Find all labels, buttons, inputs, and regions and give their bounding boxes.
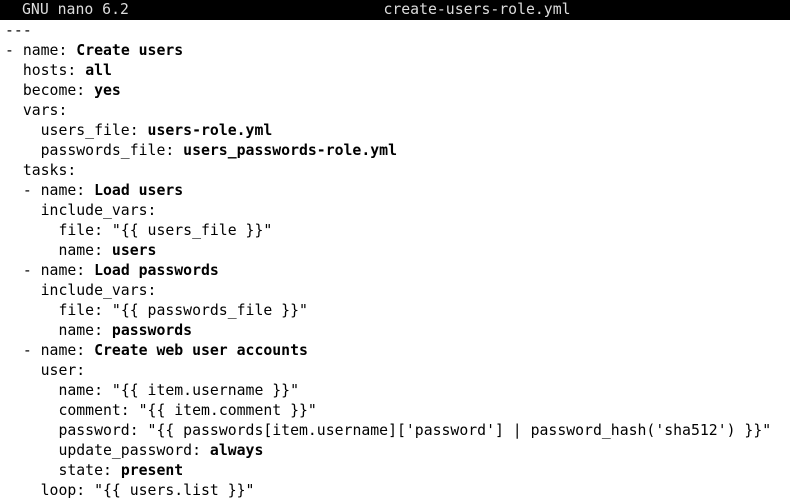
yaml-value-text: all	[85, 62, 112, 79]
yaml-key-text: tasks:	[5, 162, 77, 179]
yaml-value-text: "{{ passwords_file }}"	[111, 302, 308, 319]
nano-title-bar: GNU nano 6.2 create-users-role.yml	[0, 0, 790, 20]
yaml-key-text: - name:	[5, 182, 95, 199]
yaml-key-text: include_vars:	[5, 202, 157, 219]
yaml-key-text: file:	[5, 222, 112, 239]
yaml-key-text: users_file:	[5, 122, 148, 139]
yaml-key-text: loop:	[5, 482, 95, 499]
editor-line[interactable]: become: yes	[5, 81, 790, 101]
editor-line[interactable]: user:	[5, 361, 790, 381]
yaml-key-text: comment:	[5, 402, 139, 419]
yaml-key-text: name:	[5, 322, 112, 339]
yaml-key-text: password:	[5, 422, 148, 439]
yaml-key-text: - name:	[5, 342, 95, 359]
yaml-key-text: passwords_file:	[5, 142, 184, 159]
yaml-value-text: "{{ item.username }}"	[111, 382, 299, 399]
yaml-value-text: Create users	[76, 42, 184, 59]
editor-line[interactable]: name: passwords	[5, 321, 790, 341]
editor-line[interactable]: name: users	[5, 241, 790, 261]
yaml-value-text: yes	[94, 82, 121, 99]
yaml-key-text: ---	[5, 22, 32, 39]
editor-line[interactable]: comment: "{{ item.comment }}"	[5, 401, 790, 421]
editor-line[interactable]: update_password: always	[5, 441, 790, 461]
yaml-value-text: users	[111, 242, 157, 259]
editor-line[interactable]: name: "{{ item.username }}"	[5, 381, 790, 401]
editor-line[interactable]: users_file: users-role.yml	[5, 121, 790, 141]
yaml-key-text: become:	[5, 82, 95, 99]
editor-line[interactable]: - name: Create users	[5, 41, 790, 61]
editor-line[interactable]: loop: "{{ users.list }}"	[5, 481, 790, 501]
yaml-value-text: present	[120, 462, 184, 479]
editor-line[interactable]: include_vars:	[5, 281, 790, 301]
editor-line[interactable]: vars:	[5, 101, 790, 121]
yaml-value-text: Load users	[94, 182, 184, 199]
editor-text-area[interactable]: --- - name: Create users hosts: all becom…	[5, 21, 790, 501]
yaml-key-text: hosts:	[5, 62, 86, 79]
editor-line[interactable]: ---	[5, 21, 790, 41]
editor-line[interactable]: state: present	[5, 461, 790, 481]
editor-line[interactable]: - name: Load users	[5, 181, 790, 201]
editor-line[interactable]: tasks:	[5, 161, 790, 181]
editor-line[interactable]: passwords_file: users_passwords-role.yml	[5, 141, 790, 161]
yaml-value-text: passwords	[111, 322, 193, 339]
yaml-key-text: include_vars:	[5, 282, 157, 299]
editor-line[interactable]: file: "{{ passwords_file }}"	[5, 301, 790, 321]
editor-line[interactable]: hosts: all	[5, 61, 790, 81]
yaml-key-text: vars:	[5, 102, 68, 119]
editor-line[interactable]: include_vars:	[5, 201, 790, 221]
editor-line[interactable]: file: "{{ users_file }}"	[5, 221, 790, 241]
yaml-key-text: name:	[5, 242, 112, 259]
yaml-value-text: "{{ passwords[item.username]['password']…	[147, 422, 772, 439]
yaml-value-text: Create web user accounts	[94, 342, 308, 359]
yaml-value-text: users-role.yml	[147, 122, 273, 139]
yaml-value-text: Load passwords	[94, 262, 219, 279]
yaml-value-text: always	[209, 442, 264, 459]
yaml-value-text: users_passwords-role.yml	[183, 142, 397, 159]
editor-line[interactable]: - name: Create web user accounts	[5, 341, 790, 361]
yaml-value-text: "{{ item.comment }}"	[138, 402, 317, 419]
yaml-key-text: update_password:	[5, 442, 210, 459]
yaml-key-text: - name:	[5, 262, 95, 279]
file-name: create-users-role.yml	[383, 1, 571, 18]
yaml-key-text: user:	[5, 362, 86, 379]
editor-line[interactable]: password: "{{ passwords[item.username]['…	[5, 421, 790, 441]
yaml-key-text: state:	[5, 462, 121, 479]
yaml-value-text: "{{ users_file }}"	[111, 222, 273, 239]
yaml-key-text: - name:	[5, 42, 77, 59]
yaml-key-text: name:	[5, 382, 112, 399]
yaml-key-text: file:	[5, 302, 112, 319]
editor-line[interactable]: - name: Load passwords	[5, 261, 790, 281]
yaml-value-text: "{{ users.list }}"	[94, 482, 255, 499]
